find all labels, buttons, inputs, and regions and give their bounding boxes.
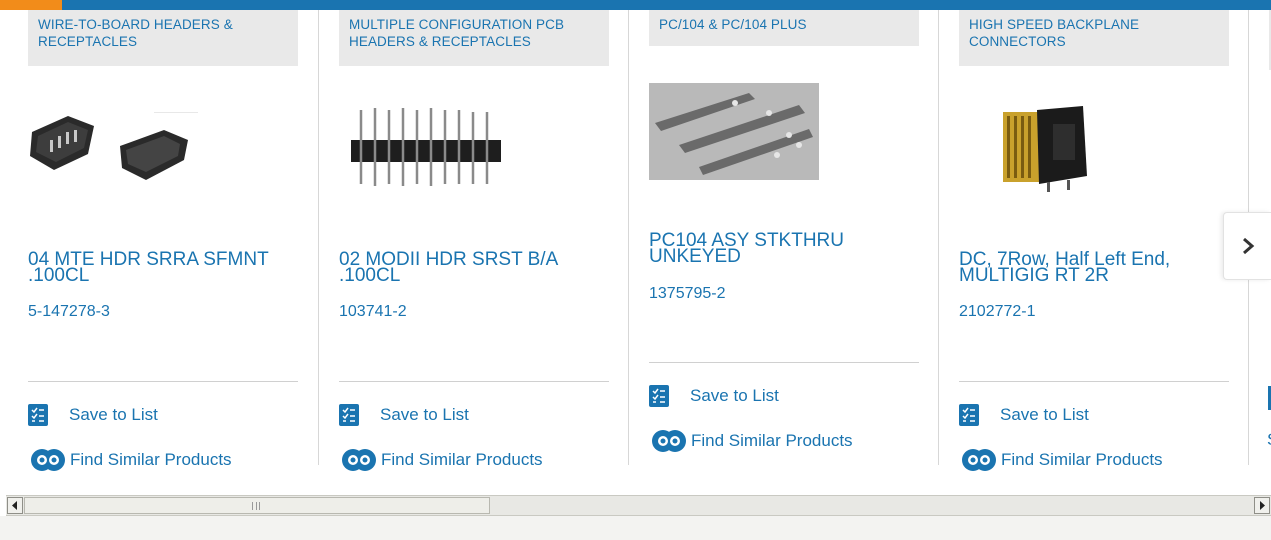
find-similar-button[interactable]: Find Similar Products [28,447,232,473]
similar-products-icon [31,449,65,471]
product-image[interactable] [351,98,511,198]
product-image[interactable] [649,83,819,180]
horizontal-scrollbar[interactable] [6,495,1271,516]
product-image[interactable] [997,102,1093,198]
card-divider [938,10,939,465]
product-card: WIRE-TO-BOARD HEADERS & RECEPTACLES 04 M… [28,10,298,485]
product-image[interactable] [28,102,198,192]
scroll-right-button[interactable] [1254,497,1270,514]
top-accent-bar [0,0,1271,10]
checklist-icon [28,404,48,426]
save-to-list-label: Save to List [1000,405,1089,424]
next-card-text-peek: S [1267,430,1271,450]
product-card: MULTIPLE CONFIGURATION PCB HEADERS & REC… [339,10,609,485]
similar-products-icon [652,430,686,452]
product-title-link[interactable]: 04 MTE HDR SRRA SFMNT .100CL [28,250,308,285]
card-separator [649,362,919,363]
product-card: HIGH SPEED BACKPLANE CONNECTORS DC, 7Row… [959,10,1229,485]
page-bottom-area [0,516,1271,540]
scrollbar-thumb[interactable] [24,497,490,514]
top-accent-orange [0,0,62,10]
card-separator [339,381,609,382]
find-similar-label: Find Similar Products [70,450,232,469]
save-to-list-button[interactable]: Save to List [959,402,1089,428]
find-similar-label: Find Similar Products [691,431,853,450]
card-category[interactable]: PC/104 & PC/104 PLUS [649,10,919,46]
find-similar-label: Find Similar Products [1001,450,1163,469]
checklist-icon [649,385,669,407]
product-title-link[interactable]: DC, 7Row, Half Left End, MULTIGIG RT 2R [959,250,1239,285]
similar-products-icon [962,449,996,471]
card-divider [628,10,629,465]
part-number[interactable]: 103741-2 [339,303,407,321]
product-title-link[interactable]: PC104 ASY STKTHRU UNKEYED [649,231,929,266]
card-category[interactable]: HIGH SPEED BACKPLANE CONNECTORS [959,10,1229,66]
checklist-icon [959,404,979,426]
card-divider [318,10,319,465]
part-number[interactable]: 2102772-1 [959,303,1036,321]
chevron-right-icon [1242,237,1254,255]
save-to-list-label: Save to List [380,405,469,424]
product-title-link[interactable]: 02 MODII HDR SRST B/A .100CL [339,250,619,285]
save-to-list-button[interactable]: Save to List [649,383,779,409]
product-card: PC/104 & PC/104 PLUS PC104 ASY STKTHRU U… [649,10,919,485]
card-category[interactable]: WIRE-TO-BOARD HEADERS & RECEPTACLES [28,10,298,66]
arrow-right-icon [1260,501,1265,510]
scroll-left-button[interactable] [7,497,23,514]
card-separator [959,381,1229,382]
part-number[interactable]: 5-147278-3 [28,303,110,321]
scrollbar-grip [252,502,260,510]
arrow-left-icon [12,501,17,510]
similar-products-icon [342,449,376,471]
carousel-next-button[interactable] [1223,212,1271,280]
save-to-list-button[interactable]: Save to List [339,402,469,428]
save-to-list-button[interactable]: Save to List [28,402,158,428]
find-similar-button[interactable]: Find Similar Products [959,447,1163,473]
card-separator [28,381,298,382]
save-to-list-label: Save to List [690,386,779,405]
checklist-icon [339,404,359,426]
save-to-list-label: Save to List [69,405,158,424]
find-similar-label: Find Similar Products [381,450,543,469]
find-similar-button[interactable]: Find Similar Products [339,447,543,473]
find-similar-button[interactable]: Find Similar Products [649,428,853,454]
product-carousel: WIRE-TO-BOARD HEADERS & RECEPTACLES 04 M… [0,10,1271,485]
card-category[interactable]: MULTIPLE CONFIGURATION PCB HEADERS & REC… [339,10,609,66]
part-number[interactable]: 1375795-2 [649,285,726,303]
